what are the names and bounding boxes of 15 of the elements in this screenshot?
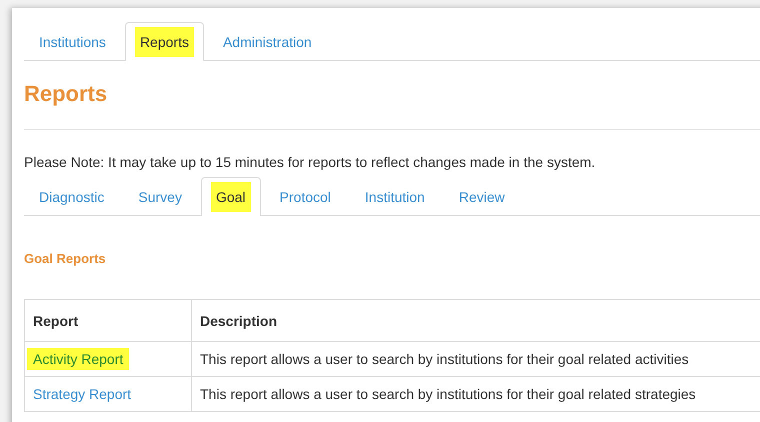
note-text: Please Note: It may take up to 15 minutes for reports to reflect changes made in the system. — [24, 154, 596, 172]
tab[interactable]: Survey — [123, 177, 197, 216]
tab[interactable]: Protocol — [264, 177, 346, 216]
tab[interactable]: Review — [444, 177, 520, 216]
tab[interactable]: Goal — [200, 177, 261, 216]
tab[interactable]: Diagnostic — [24, 177, 120, 216]
column-header: Description — [192, 300, 760, 342]
tab[interactable]: Administration — [208, 22, 327, 61]
tab[interactable]: Institution — [350, 177, 440, 216]
report-link[interactable]: Activity Report — [27, 348, 130, 370]
tab[interactable]: Institutions — [24, 22, 121, 61]
section-title: Goal Reports — [24, 250, 107, 268]
tab[interactable]: Reports — [124, 22, 204, 61]
page-title: Reports — [24, 61, 760, 130]
column-header: Report — [24, 300, 192, 342]
